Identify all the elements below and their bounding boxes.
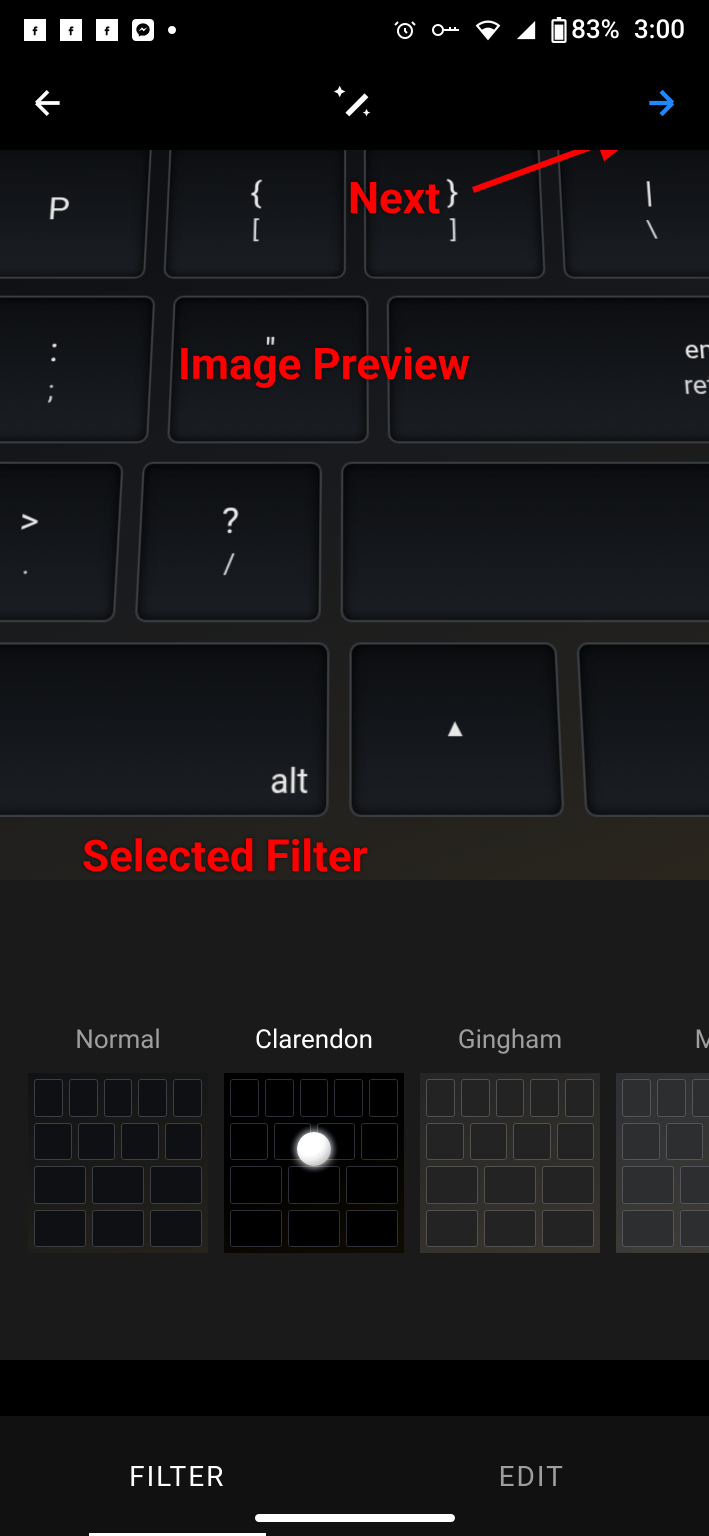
key-period: >. (0, 462, 123, 622)
filter-thumbnail-image (28, 1073, 208, 1253)
filter-thumbnail-image (224, 1073, 404, 1253)
signal-icon (515, 19, 537, 41)
filter-clarendon[interactable]: Clarendon (224, 1025, 404, 1253)
facebook-icon (96, 19, 118, 41)
facebook-icon (24, 19, 46, 41)
wifi-icon (475, 19, 501, 41)
filter-normal[interactable]: Normal (28, 1025, 208, 1253)
key-slash: ?/ (135, 462, 322, 622)
tab-label: EDIT (499, 1460, 565, 1493)
filter-label: Clarendon (255, 1025, 373, 1061)
alarm-icon (393, 18, 417, 42)
battery-percent: 83% (571, 15, 620, 45)
tab-label: FILTER (129, 1460, 225, 1493)
vpn-key-icon (431, 21, 461, 39)
back-button[interactable] (28, 83, 68, 127)
status-left (24, 19, 176, 41)
key-bracket-open: {[ (163, 150, 346, 279)
battery-icon: 83% (551, 15, 620, 45)
status-right: 83% 3:00 (393, 15, 685, 45)
next-button[interactable] (641, 83, 681, 127)
editor-topnav (0, 60, 709, 150)
clock-text: 3:00 (634, 15, 685, 45)
key-bracket-close: }] (363, 150, 546, 279)
filter-more[interactable]: M (616, 1025, 709, 1253)
filter-thumbnail-image (616, 1073, 709, 1253)
filter-thumbnails[interactable]: Normal Clarendon Gingham M (28, 1025, 709, 1253)
messenger-icon (132, 19, 154, 41)
touch-indicator-icon (297, 1132, 331, 1166)
image-preview[interactable]: 9 0 - + delete P {[ }] |\ :; "' enteretu… (0, 150, 709, 880)
key-up-arrow: ▲ (350, 642, 564, 817)
key-shift (340, 462, 709, 622)
key-semicolon: :; (0, 296, 155, 444)
key-backslash: |\ (557, 150, 709, 279)
key-p: P (0, 150, 152, 279)
magic-wand-icon[interactable] (332, 80, 378, 130)
filter-gingham[interactable]: Gingham (420, 1025, 600, 1253)
preview-content: 9 0 - + delete P {[ }] |\ :; "' enteretu… (0, 150, 709, 880)
key-quote: "' (167, 296, 369, 444)
filter-strip: Normal Clarendon Gingham M (0, 880, 709, 1360)
filter-label: Normal (75, 1025, 160, 1061)
status-bar: 83% 3:00 (0, 0, 709, 60)
filter-label: M (695, 1025, 709, 1061)
nav-indicator[interactable] (255, 1514, 455, 1522)
facebook-icon (60, 19, 82, 41)
filter-label: Gingham (458, 1025, 562, 1061)
key-enter: enteretur (387, 296, 709, 444)
filter-thumbnail-image (420, 1073, 600, 1253)
overflow-dot-icon (168, 26, 176, 34)
key-blank (576, 642, 709, 817)
key-alt: alt (0, 642, 330, 817)
